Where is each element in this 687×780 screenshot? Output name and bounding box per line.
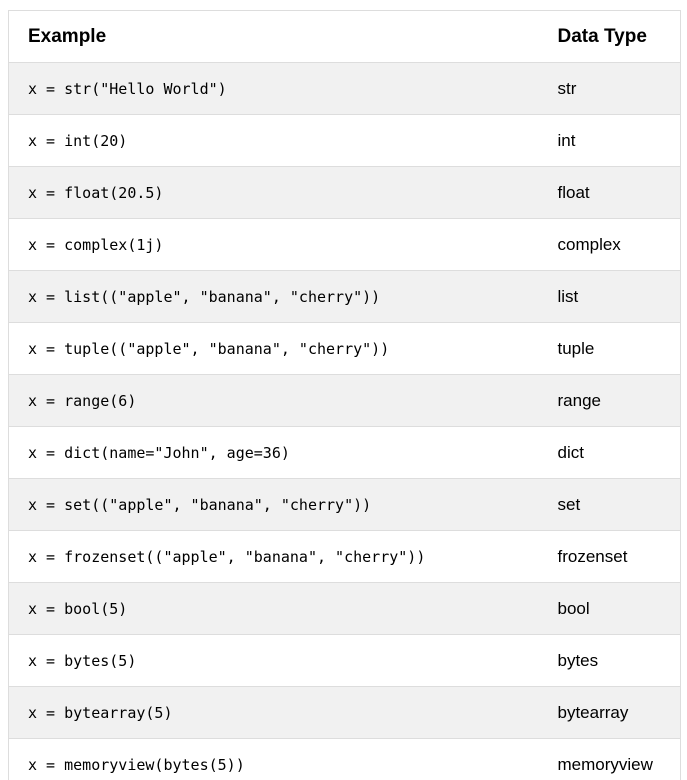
table-header: Example Data Type [8, 10, 681, 63]
cell-data-type: float [540, 166, 681, 219]
cell-data-type: tuple [540, 322, 681, 375]
table-body: x = str("Hello World") str x = int(20) int x… [8, 62, 681, 780]
table-row: x = str("Hello World") str [8, 62, 681, 115]
column-header-data-type: Data Type [540, 10, 681, 63]
cell-data-type: int [540, 114, 681, 167]
table-row: x = int(20) int [8, 114, 681, 167]
cell-data-type: bool [540, 582, 681, 635]
data-types-table-container: Example Data Type x = str("Hello World")… [8, 10, 681, 780]
table-row: x = frozenset(("apple", "banana", "cherr… [8, 530, 681, 583]
page-root: Example Data Type x = str("Hello World")… [0, 0, 687, 780]
cell-data-type: memoryview [557, 754, 653, 774]
cell-example: x = list(("apple", "banana", "cherry")) [8, 270, 541, 323]
table-header-row: Example Data Type [8, 10, 681, 63]
table-row: x = bool(5) bool [8, 582, 681, 635]
cell-example: x = set(("apple", "banana", "cherry")) [8, 478, 541, 531]
cell-data-type: set [540, 478, 681, 531]
table-row: x = set(("apple", "banana", "cherry")) se… [8, 478, 681, 531]
cell-data-type: list [540, 270, 681, 323]
data-types-table: Example Data Type x = str("Hello World")… [8, 10, 681, 780]
cell-data-type: bytes [540, 634, 681, 687]
cell-example: x = tuple(("apple", "banana", "cherry")) [8, 322, 541, 375]
table-row: x = range(6) range [8, 374, 681, 427]
table-row: x = bytearray(5) bytearray [8, 686, 681, 739]
cell-data-type: range [540, 374, 681, 427]
table-row: x = complex(1j) complex [8, 218, 681, 271]
table-row: x = bytes(5) bytes [8, 634, 681, 687]
cell-example: x = int(20) [8, 114, 541, 167]
cell-example: x = complex(1j) [8, 218, 541, 271]
cell-data-type: frozenset [540, 530, 681, 583]
cell-data-type: str [540, 62, 681, 115]
cell-example: x = str("Hello World") [8, 62, 541, 115]
cell-example: x = bool(5) [8, 582, 541, 635]
cell-example: x = dict(name="John", age=36) [8, 426, 541, 479]
cell-data-type: complex [540, 218, 681, 271]
table-row: x = tuple(("apple", "banana", "cherry"))… [8, 322, 681, 375]
cell-example: x = bytes(5) [8, 634, 541, 687]
column-header-example: Example [8, 10, 541, 63]
table-row: x = dict(name="John", age=36) dict [8, 426, 681, 479]
table-row: x = float(20.5) float [8, 166, 681, 219]
cell-example: x = memoryview(bytes(5)) [28, 755, 245, 774]
cell-data-type: dict [540, 426, 681, 479]
cell-example: x = bytearray(5) [8, 686, 541, 739]
cell-example: x = range(6) [8, 374, 541, 427]
cell-data-type: bytearray [540, 686, 681, 739]
table-row: x = list(("apple", "banana", "cherry")) l… [8, 270, 681, 323]
cell-example: x = frozenset(("apple", "banana", "cherr… [8, 530, 541, 583]
table-row: x = memoryview(bytes(5)) memoryview [8, 738, 681, 780]
cell-example: x = float(20.5) [8, 166, 541, 219]
